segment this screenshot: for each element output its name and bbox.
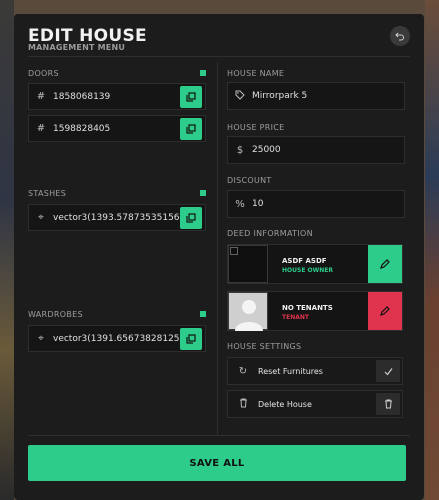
copy-icon [186, 213, 196, 223]
discount-label: DISCOUNT [227, 176, 272, 185]
confirm-delete-button[interactable] [376, 393, 400, 415]
house-name-input[interactable]: Mirrorpark 5 [227, 82, 405, 110]
save-all-button[interactable]: SAVE ALL [28, 445, 406, 481]
owner-name: ASDF ASDF [282, 257, 327, 265]
hash-icon: # [36, 123, 46, 134]
location-pin-icon: ⌖ [38, 333, 44, 344]
house-name-value: Mirrorpark 5 [252, 91, 308, 101]
check-icon [384, 367, 392, 375]
reset-furnitures-label: Reset Furnitures [258, 366, 323, 376]
page-subtitle: MANAGEMENT MENU [28, 43, 126, 52]
doors-indicator [200, 70, 206, 76]
header-divider [28, 56, 410, 57]
owner-card: ASDF ASDF HOUSE OWNER [227, 244, 403, 284]
location-pin-icon: ⌖ [38, 212, 44, 223]
doors-label: DOORS [28, 69, 59, 78]
owner-role: HOUSE OWNER [282, 267, 333, 274]
copy-icon [186, 92, 196, 102]
deed-information-label: DEED INFORMATION [227, 229, 313, 238]
wardrobes-indicator [200, 311, 206, 317]
percent-icon: % [235, 198, 245, 210]
discount-input[interactable]: % 10 [227, 190, 405, 218]
refresh-icon: ↻ [238, 365, 248, 377]
house-price-input[interactable]: $ 25000 [227, 136, 405, 164]
edit-owner-button[interactable] [368, 245, 402, 283]
user-silhouette-icon [235, 300, 263, 331]
tenant-avatar [228, 292, 268, 331]
reset-furnitures-row[interactable]: ↻ Reset Furnitures [227, 357, 403, 385]
stashes-label: STASHES [28, 189, 67, 198]
broken-image-icon [230, 247, 238, 255]
pencil-icon [380, 259, 390, 269]
copy-door-2-button[interactable] [180, 118, 202, 140]
house-price-label: HOUSE PRICE [227, 123, 285, 132]
discount-value: 10 [252, 199, 264, 209]
tenant-card: NO TENANTS TENANT [227, 291, 403, 331]
hash-icon: # [36, 91, 46, 102]
trash-icon [228, 398, 258, 411]
stashes-indicator [200, 190, 206, 196]
footer-divider [28, 435, 410, 436]
background-left [0, 0, 14, 500]
wardrobes-label: WARDROBES [28, 310, 83, 319]
confirm-reset-button[interactable] [376, 360, 400, 382]
copy-wardrobe-1-button[interactable] [180, 328, 202, 350]
copy-icon [186, 124, 196, 134]
house-name-label: HOUSE NAME [227, 69, 285, 78]
copy-icon [186, 334, 196, 344]
tenant-role: TENANT [282, 314, 309, 321]
edit-tenant-button[interactable] [368, 292, 402, 330]
trash-icon [384, 399, 392, 409]
back-button[interactable] [390, 26, 410, 46]
copy-door-1-button[interactable] [180, 86, 202, 108]
owner-photo [228, 245, 268, 283]
pencil-icon [380, 306, 390, 316]
undo-icon [395, 32, 404, 41]
house-settings-label: HOUSE SETTINGS [227, 342, 302, 351]
column-divider [217, 62, 218, 435]
copy-stash-1-button[interactable] [180, 207, 202, 229]
dollar-icon: $ [236, 144, 244, 156]
delete-house-row[interactable]: Delete House [227, 390, 403, 418]
tag-icon [228, 90, 252, 103]
background-right [425, 0, 439, 500]
delete-house-label: Delete House [258, 399, 312, 409]
tenant-name: NO TENANTS [282, 304, 333, 312]
edit-house-panel: EDIT HOUSE MANAGEMENT MENU DOORS # 18580… [14, 14, 424, 500]
house-price-value: 25000 [252, 145, 281, 155]
